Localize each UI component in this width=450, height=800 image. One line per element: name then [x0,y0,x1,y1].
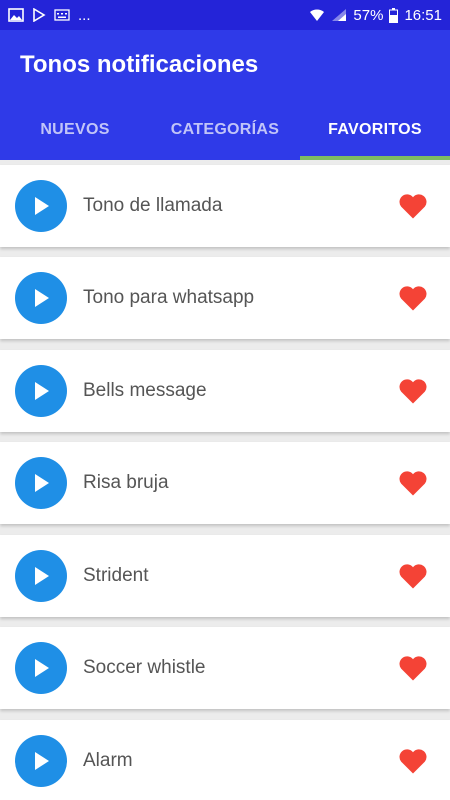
play-button[interactable] [15,642,67,694]
heart-icon[interactable] [398,562,428,590]
ringtone-title: Soccer whistle [83,657,206,678]
play-button[interactable] [15,365,67,417]
heart-icon[interactable] [398,377,428,405]
list-item[interactable]: Strident [0,535,450,617]
heart-icon[interactable] [398,192,428,220]
keyboard-notification-icon [54,9,70,21]
play-icon [35,659,49,677]
play-button[interactable] [15,457,67,509]
ringtone-title: Risa bruja [83,472,169,493]
ringtone-title: Alarm [83,750,133,771]
list-item[interactable]: Tono de llamada [0,165,450,247]
play-icon [35,197,49,215]
list-item[interactable]: Soccer whistle [0,627,450,709]
ringtone-title: Tono de llamada [83,195,223,216]
status-bar: ... 57% 16:51 [0,0,450,30]
play-icon [35,289,49,307]
play-icon [35,382,49,400]
play-button[interactable] [15,180,67,232]
clock: 16:51 [404,6,442,24]
tab-nuevos[interactable]: NUEVOS [0,100,150,160]
tab-favoritos[interactable]: FAVORITOS [300,100,450,160]
play-button[interactable] [15,735,67,787]
signal-icon [332,9,347,21]
list-item[interactable]: Alarm [0,720,450,800]
heart-icon[interactable] [398,747,428,775]
play-icon [35,752,49,770]
ringtone-title: Strident [83,565,149,586]
list-item[interactable]: Bells message [0,350,450,432]
play-icon [35,567,49,585]
battery-percent: 57% [353,6,384,24]
play-icon [35,474,49,492]
heart-icon[interactable] [398,469,428,497]
battery-icon [389,7,399,23]
heart-icon[interactable] [398,654,428,682]
more-notifications-ellipsis: ... [78,6,91,24]
heart-icon[interactable] [398,284,428,312]
tab-bar: NUEVOS CATEGORÍAS FAVORITOS [0,100,450,160]
app-bar: Tonos notificaciones [0,30,450,100]
tab-categorias[interactable]: CATEGORÍAS [150,100,300,160]
image-notification-icon [8,8,24,22]
ringtone-title: Bells message [83,380,207,401]
wifi-icon [310,9,325,21]
play-button[interactable] [15,272,67,324]
play-button[interactable] [15,550,67,602]
favorites-list: Tono de llamada Tono para whatsapp Bells… [0,160,450,800]
ringtone-title: Tono para whatsapp [83,287,255,308]
page-title: Tonos notificaciones [20,51,259,78]
list-item[interactable]: Tono para whatsapp [0,257,450,339]
play-store-notification-icon [33,8,46,22]
list-item[interactable]: Risa bruja [0,442,450,524]
